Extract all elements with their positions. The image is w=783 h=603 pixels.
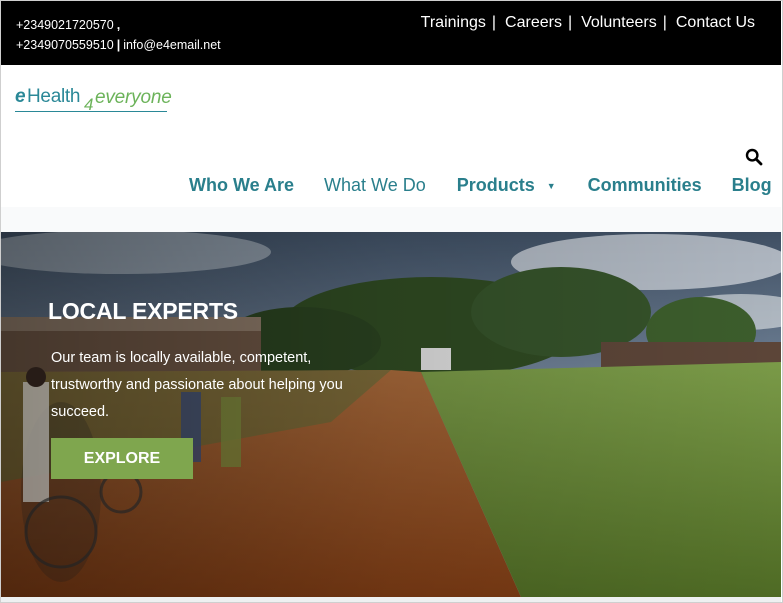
caret-down-icon[interactable]: ▼ [547,181,556,191]
top-link-separator: | [567,14,573,31]
site-logo[interactable]: e Health 4 everyone [15,86,175,120]
logo-underline [15,111,167,112]
nav-products[interactable]: Products [457,175,535,196]
top-link-separator: | [662,14,667,31]
hero-spacer [1,207,781,232]
nav-blog[interactable]: Blog [732,175,772,196]
phone-link-2[interactable]: +2349070559510 [16,38,114,52]
top-link-careers[interactable]: Careers [505,14,562,32]
nav-what-we-do[interactable]: What We Do [324,175,426,196]
logo-four: 4 [84,95,94,114]
top-link-volunteers[interactable]: Volunteers [581,14,657,32]
hero-text: Our team is locally available, competent… [51,350,343,420]
phone-link-1[interactable]: +2349021720570 [16,18,114,32]
contact-info: +2349021720570, +2349070559510 | info@e4em… [16,15,221,55]
email-link[interactable]: info@e4email.net [123,38,220,52]
contact-separator: | [116,38,121,52]
phone-comma: , [116,18,121,32]
explore-button[interactable]: EXPLORE [51,438,193,479]
nav-communities[interactable]: Communities [588,175,702,196]
logo-health: Health [27,86,81,107]
top-link-contact-us[interactable]: Contact Us [676,14,755,32]
hero-slider: LOCAL EXPERTS Our team is locally availa… [1,232,781,597]
bottom-strip [1,597,781,602]
top-bar: +2349021720570, +2349070559510 | info@e4em… [1,1,781,65]
top-link-trainings[interactable]: Trainings [421,14,486,32]
logo-everyone: everyone [95,87,172,108]
main-nav: Who We Are What We Do Products ▼ Communi… [189,175,772,196]
hero-title: LOCAL EXPERTS [48,298,238,324]
top-link-separator: | [491,14,497,31]
nav-who-we-are[interactable]: Who We Are [189,175,294,196]
logo-e: e [15,86,26,107]
top-links: Trainings | Careers | Volunteers | Contact … [421,14,755,32]
search-icon[interactable] [745,148,763,166]
site-header: e Health 4 everyone Who We Are What We D… [1,65,781,207]
